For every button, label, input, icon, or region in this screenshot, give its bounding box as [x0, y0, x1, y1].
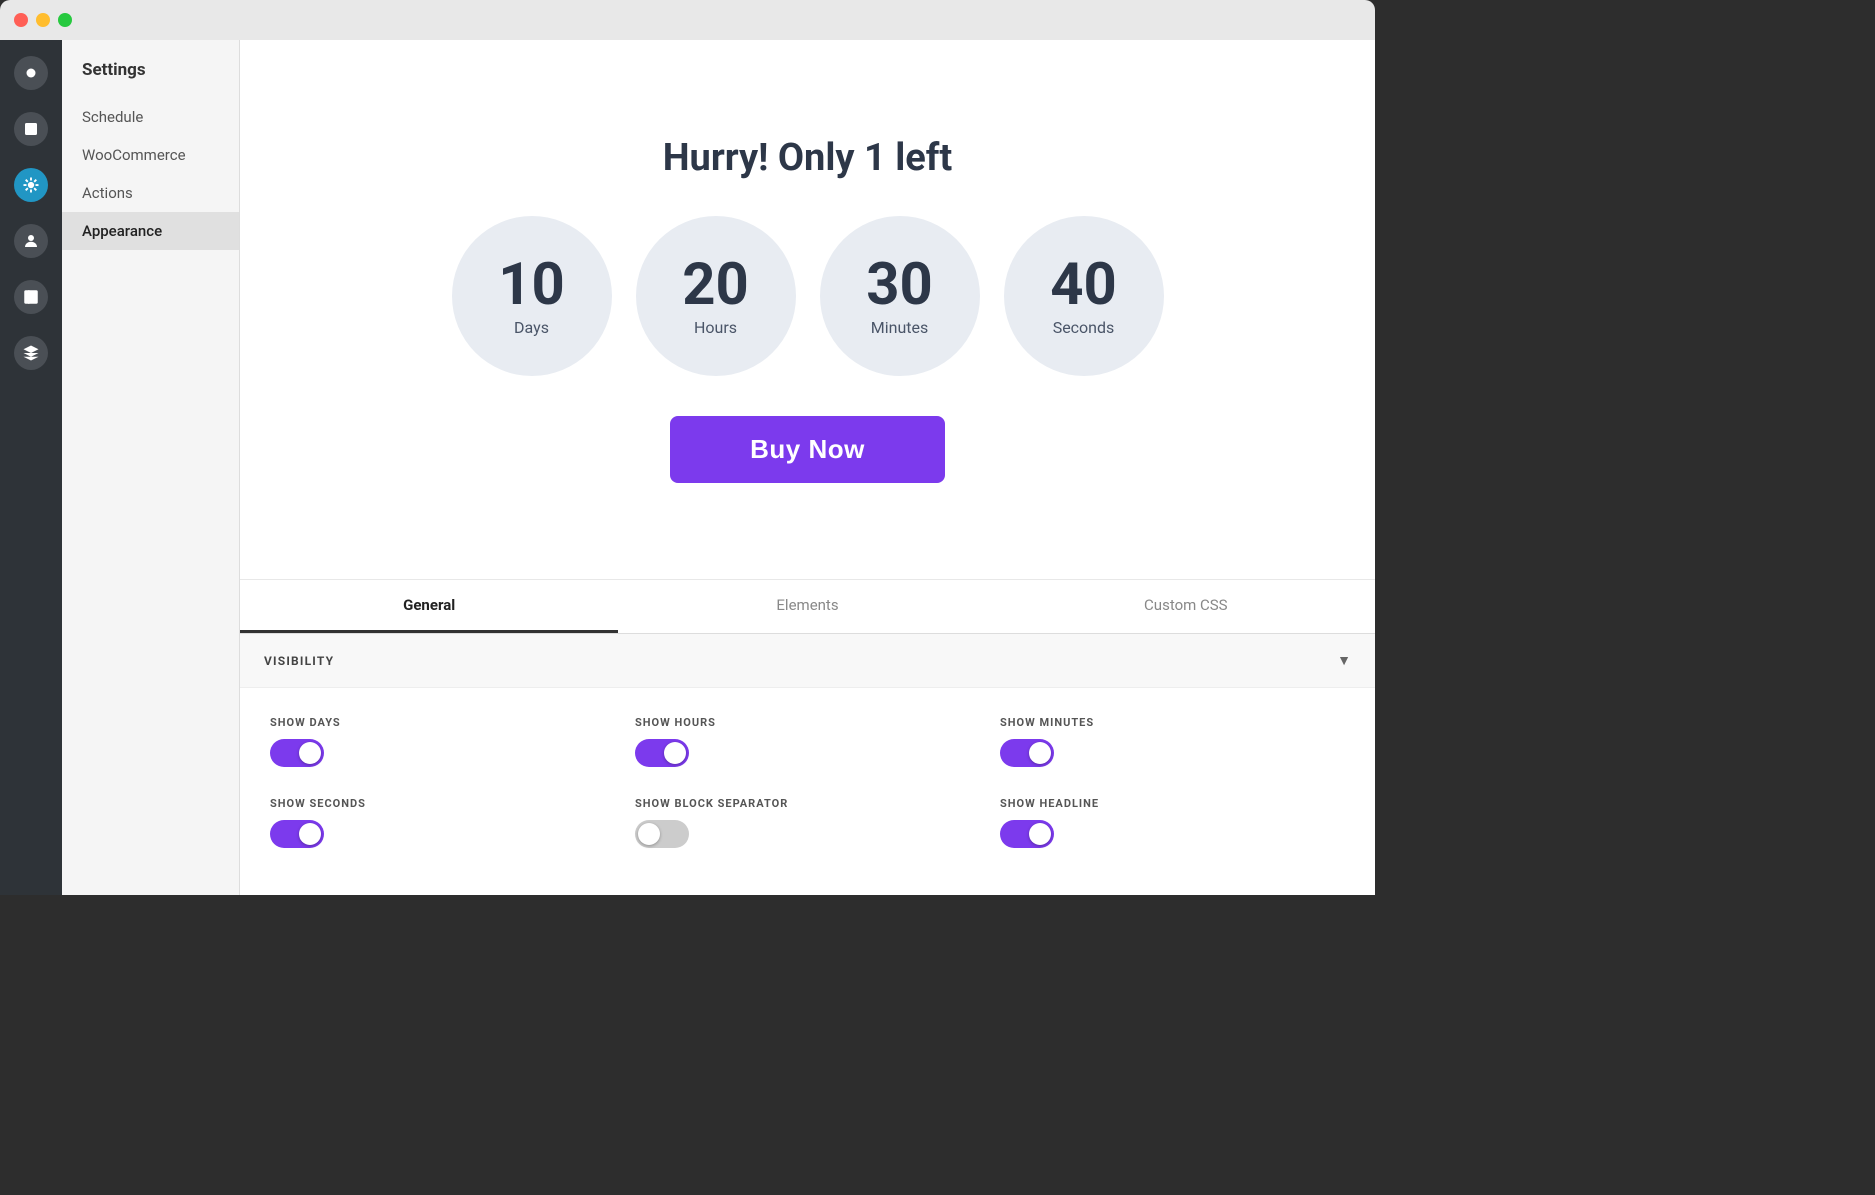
settings-panel: VISIBILITY ▼ SHOW DAYS SHOW HOURS — [240, 634, 1375, 876]
preview-area: Hurry! Only 1 left 10 Days 20 Hours 30 M… — [240, 40, 1375, 580]
toggle-show-hours-label: SHOW HOURS — [635, 716, 980, 729]
sidebar-icon-5[interactable] — [14, 336, 48, 370]
countdown-hours: 20 Hours — [636, 216, 796, 376]
tab-custom-css[interactable]: Custom CSS — [997, 580, 1375, 633]
sidebar-item-woocommerce[interactable]: WooCommerce — [62, 136, 239, 174]
countdown-row: 10 Days 20 Hours 30 Minutes 40 Seconds — [452, 216, 1164, 376]
main-content: Hurry! Only 1 left 10 Days 20 Hours 30 M… — [240, 40, 1375, 895]
sidebar-item-actions[interactable]: Actions — [62, 174, 239, 212]
toggle-show-hours: SHOW HOURS — [635, 716, 980, 767]
settings-sidebar: Settings Schedule WooCommerce Actions Ap… — [62, 40, 240, 895]
toggle-show-headline-switch[interactable] — [1000, 820, 1054, 848]
toggle-show-hours-switch[interactable] — [635, 739, 689, 767]
toggle-show-seconds-label: SHOW SECONDS — [270, 797, 615, 810]
tabs-area: General Elements Custom CSS VISIBILITY ▼… — [240, 580, 1375, 895]
toggles-grid: SHOW DAYS SHOW HOURS — [240, 688, 1375, 876]
sidebar-icon-2[interactable] — [14, 112, 48, 146]
minimize-button[interactable] — [36, 13, 50, 27]
toggle-show-seconds: SHOW SECONDS — [270, 797, 615, 848]
tab-general[interactable]: General — [240, 580, 618, 633]
close-button[interactable] — [14, 13, 28, 27]
sidebar-icon-1[interactable] — [14, 56, 48, 90]
settings-title: Settings — [62, 60, 239, 98]
tabs-nav: General Elements Custom CSS — [240, 580, 1375, 634]
buy-now-button[interactable]: Buy Now — [670, 416, 945, 483]
toggle-show-block-separator-switch[interactable] — [635, 820, 689, 848]
countdown-days-label: Days — [514, 318, 549, 337]
chevron-down-icon: ▼ — [1337, 652, 1351, 669]
countdown-minutes: 30 Minutes — [820, 216, 980, 376]
countdown-seconds-label: Seconds — [1053, 318, 1115, 337]
countdown-days: 10 Days — [452, 216, 612, 376]
countdown-days-value: 10 — [498, 256, 565, 314]
toggle-show-headline: SHOW HEADLINE — [1000, 797, 1345, 848]
maximize-button[interactable] — [58, 13, 72, 27]
titlebar — [0, 0, 1375, 40]
visibility-section-header[interactable]: VISIBILITY ▼ — [240, 634, 1375, 688]
toggle-show-seconds-switch[interactable] — [270, 820, 324, 848]
countdown-minutes-label: Minutes — [871, 318, 929, 337]
toggle-show-block-separator-label: SHOW BLOCK SEPARATOR — [635, 797, 980, 810]
countdown-hours-value: 20 — [682, 256, 749, 314]
sidebar-icon-3[interactable] — [14, 224, 48, 258]
toggle-show-days-switch[interactable] — [270, 739, 324, 767]
toggle-show-minutes: SHOW MINUTES — [1000, 716, 1345, 767]
sidebar-item-schedule[interactable]: Schedule — [62, 98, 239, 136]
toggle-show-headline-label: SHOW HEADLINE — [1000, 797, 1345, 810]
headline: Hurry! Only 1 left — [663, 136, 953, 180]
sidebar-item-appearance[interactable]: Appearance — [62, 212, 239, 250]
toggle-show-days: SHOW DAYS — [270, 716, 615, 767]
sidebar-icon-active[interactable] — [14, 168, 48, 202]
toggle-show-block-separator: SHOW BLOCK SEPARATOR — [635, 797, 980, 848]
countdown-hours-label: Hours — [694, 318, 737, 337]
toggle-show-days-label: SHOW DAYS — [270, 716, 615, 729]
visibility-title: VISIBILITY — [264, 654, 334, 668]
app-container: Settings Schedule WooCommerce Actions Ap… — [0, 40, 1375, 895]
toggle-show-minutes-label: SHOW MINUTES — [1000, 716, 1345, 729]
countdown-seconds-value: 40 — [1050, 256, 1117, 314]
sidebar-icon-4[interactable] — [14, 280, 48, 314]
icon-sidebar — [0, 40, 62, 895]
toggle-show-minutes-switch[interactable] — [1000, 739, 1054, 767]
countdown-seconds: 40 Seconds — [1004, 216, 1164, 376]
countdown-minutes-value: 30 — [866, 256, 933, 314]
tab-elements[interactable]: Elements — [618, 580, 996, 633]
